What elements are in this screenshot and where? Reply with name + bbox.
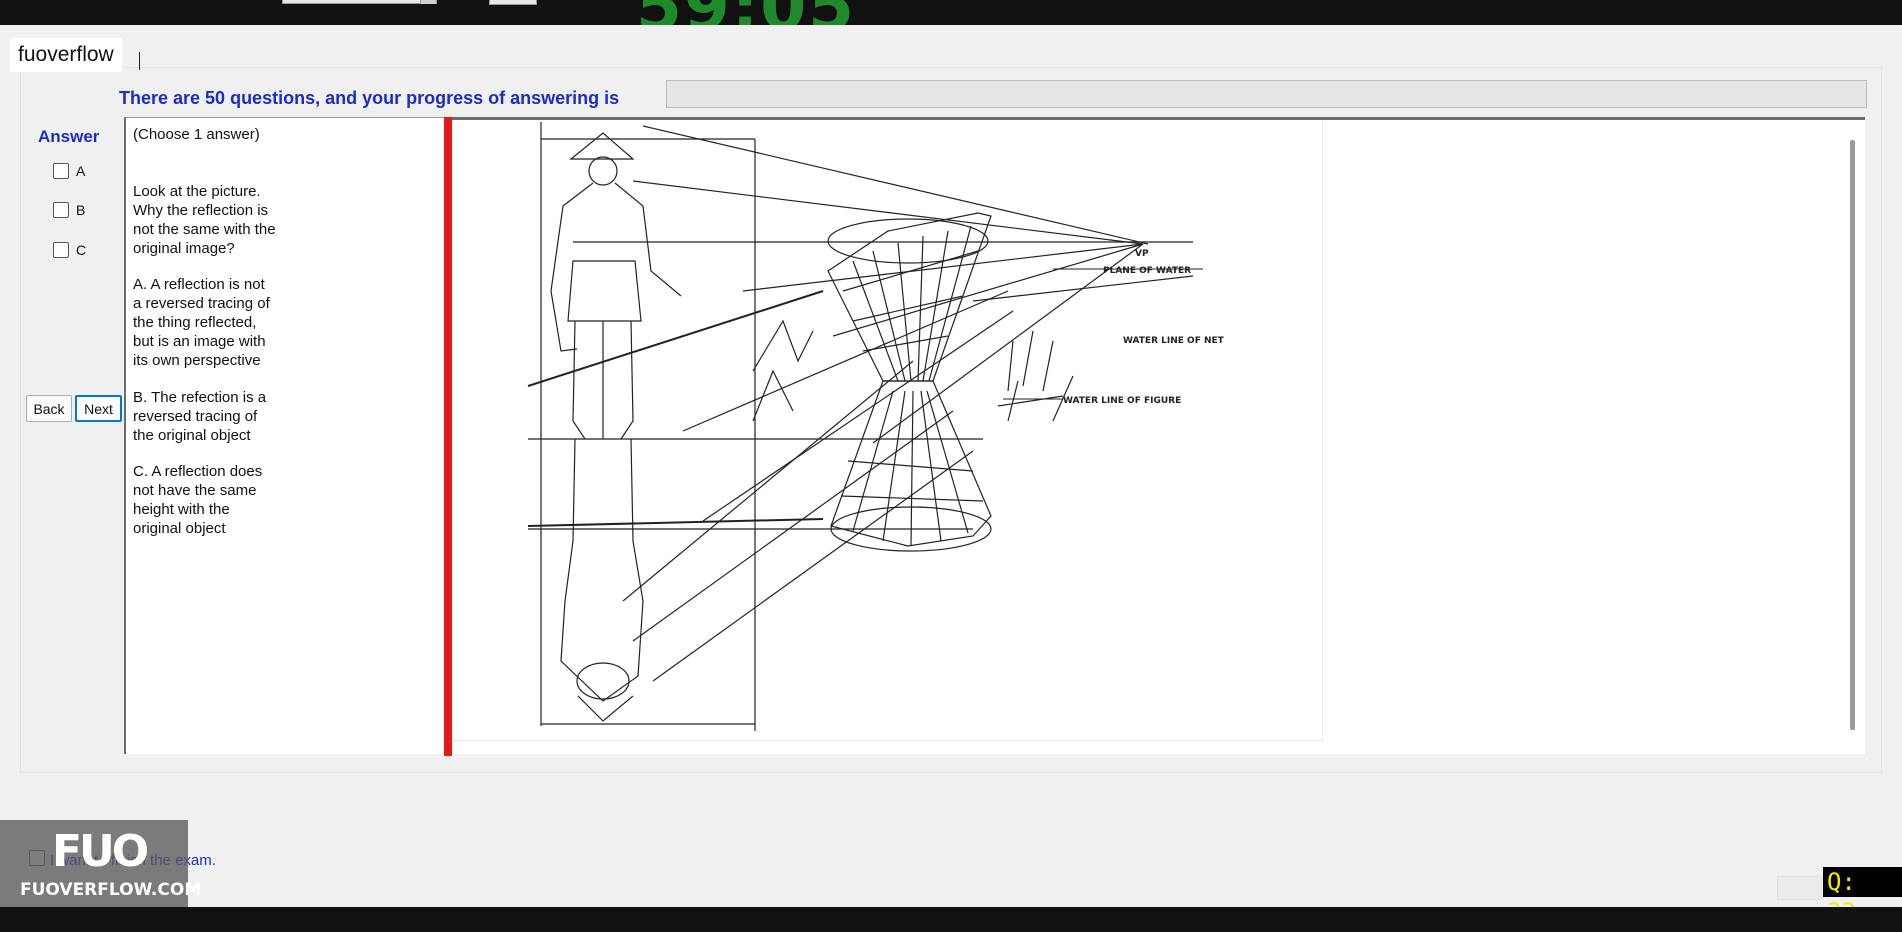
pane-splitter[interactable]	[444, 117, 452, 756]
question-option-a-text: A. A reflection is not a reversed tracin…	[133, 276, 270, 369]
checkbox-b[interactable]	[53, 202, 69, 218]
question-figure: VP PLANE OF WATER WATER LINE OF NET WATE…	[453, 121, 1323, 741]
label-water-line-of-net: WATER LINE OF NET	[1123, 336, 1225, 346]
answer-option-b-label: B	[76, 202, 86, 218]
exam-window: 59:05 fuoverflow There are 50 questions,…	[0, 0, 1902, 932]
question-instruction: (Choose 1 answer)	[133, 126, 260, 143]
bottom-bar	[0, 907, 1902, 932]
exam-timer: 59:05	[636, 0, 856, 25]
counter-background	[1777, 876, 1822, 900]
logo-mark: FUO	[52, 826, 149, 877]
answer-option-a[interactable]: A	[53, 163, 85, 179]
back-button[interactable]: Back	[26, 395, 72, 422]
progress-label: There are 50 questions, and your progres…	[119, 88, 620, 108]
reflection-drawing: VP PLANE OF WATER WATER LINE OF NET WATE…	[527, 122, 1225, 731]
fuoverflow-logo: FUO FUOVERFLOW.COM	[0, 820, 201, 907]
question-option-c-text: C. A reflection does not have the same h…	[133, 463, 263, 537]
logo-text: FUOVERFLOW.COM	[20, 880, 202, 900]
next-button[interactable]: Next	[75, 395, 122, 422]
top-small-control[interactable]	[489, 0, 537, 5]
label-plane-of-water: PLANE OF WATER	[1103, 266, 1191, 276]
question-counter: Q: 33	[1823, 867, 1902, 926]
answer-option-c[interactable]: C	[53, 242, 86, 258]
top-combo-box[interactable]	[282, 0, 437, 4]
question-stem: Look at the picture. Why the reflection …	[133, 183, 276, 257]
checkbox-c[interactable]	[53, 242, 69, 258]
checkbox-a[interactable]	[53, 163, 69, 179]
vertical-scrollbar[interactable]	[1850, 140, 1855, 730]
label-vp: VP	[1135, 249, 1149, 259]
answer-option-b[interactable]: B	[53, 202, 85, 218]
progress-bar	[666, 80, 1867, 108]
text-caret	[139, 52, 140, 70]
answer-option-c-label: C	[76, 242, 87, 258]
brand-textbox[interactable]: fuoverflow	[10, 38, 122, 72]
label-water-line-of-figure: WATER LINE OF FIGURE	[1063, 396, 1181, 406]
question-option-b-text: B. The refection is a reversed tracing o…	[133, 389, 267, 444]
chevron-down-icon[interactable]	[420, 0, 436, 4]
answer-heading: Answer	[38, 127, 100, 146]
top-bar: 59:05	[0, 0, 1902, 25]
answer-option-a-label: A	[76, 163, 86, 179]
